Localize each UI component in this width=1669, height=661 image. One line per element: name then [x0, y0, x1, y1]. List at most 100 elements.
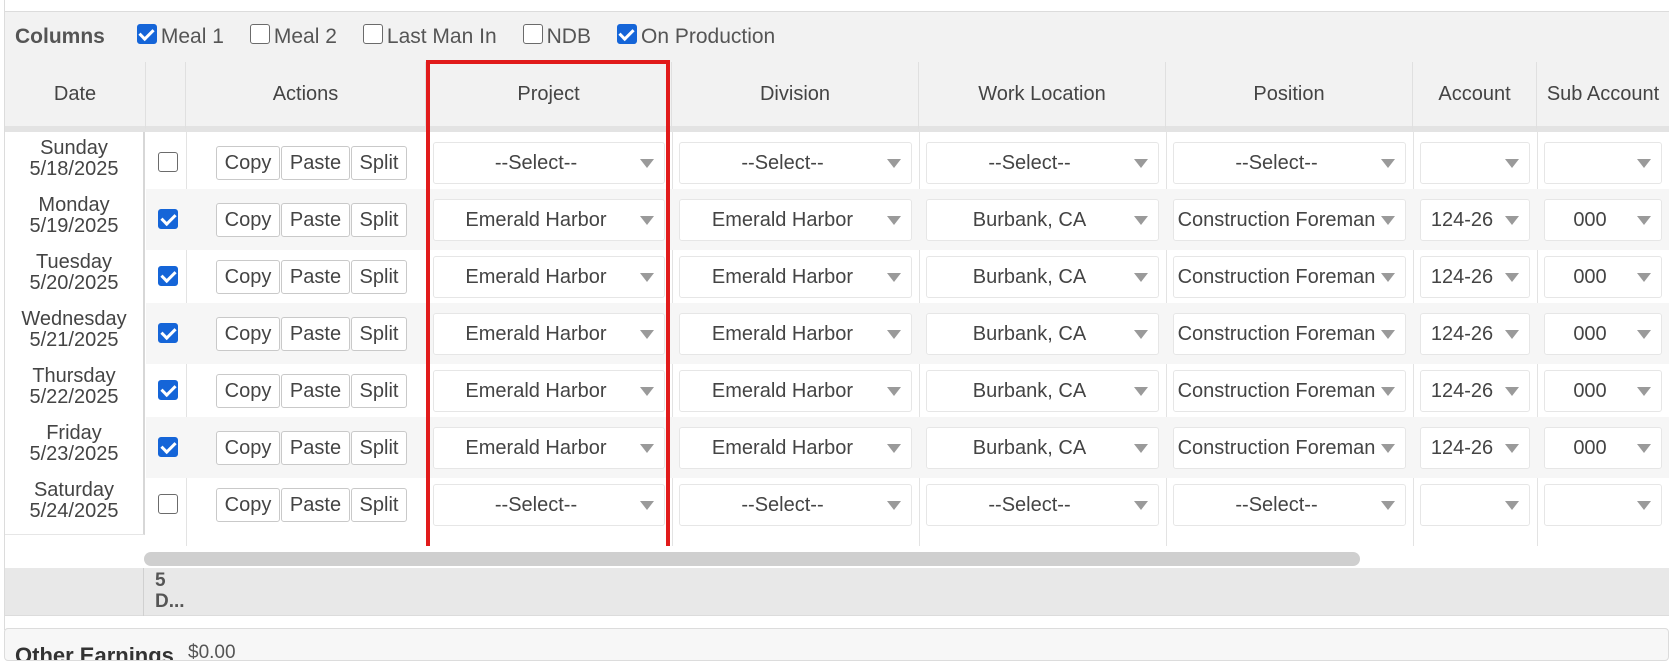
account-select[interactable] [1420, 142, 1530, 184]
split-button[interactable]: Split [351, 317, 407, 351]
columns-title: Columns [15, 25, 105, 48]
work-location-select[interactable]: Burbank, CA [926, 199, 1159, 241]
work-location-select[interactable]: Burbank, CA [926, 256, 1159, 298]
division-select[interactable]: Emerald Harbor [679, 256, 912, 298]
row-checkbox[interactable] [158, 437, 178, 457]
sub-account-value: 000 [1573, 265, 1607, 288]
position-select[interactable]: Construction Foreman [1173, 256, 1406, 298]
checkbox-ndb[interactable] [522, 24, 543, 44]
division-select[interactable]: --Select-- [679, 142, 912, 184]
position-select[interactable]: --Select-- [1173, 484, 1406, 526]
copy-button[interactable]: Copy [216, 374, 280, 408]
split-button[interactable]: Split [351, 260, 407, 294]
position-value: Construction Foreman [1177, 379, 1376, 402]
column-option-last-man-in[interactable]: Last Man In [362, 24, 497, 49]
position-select[interactable]: Construction Foreman [1173, 370, 1406, 412]
column-option-on-production[interactable]: On Production [616, 24, 776, 49]
division-select[interactable]: Emerald Harbor [679, 199, 912, 241]
position-select[interactable]: --Select-- [1173, 142, 1406, 184]
copy-button[interactable]: Copy [216, 488, 280, 522]
paste-button[interactable]: Paste [281, 146, 350, 180]
chevron-down-icon [1134, 386, 1148, 396]
sub-account-select[interactable]: 000 [1544, 427, 1662, 469]
position-value: Construction Foreman [1177, 208, 1376, 231]
header-division[interactable]: Division [672, 62, 919, 132]
header-work-location[interactable]: Work Location [919, 62, 1166, 132]
chevron-down-icon [1134, 443, 1148, 453]
division-select[interactable]: Emerald Harbor [679, 370, 912, 412]
row-checkbox[interactable] [158, 494, 178, 514]
account-select[interactable]: 124-26 [1420, 256, 1530, 298]
division-select[interactable]: Emerald Harbor [679, 427, 912, 469]
chevron-down-icon [1637, 386, 1651, 396]
chevron-down-icon [887, 500, 901, 510]
column-option-label: Last Man In [386, 25, 497, 48]
work-location-select[interactable]: --Select-- [926, 484, 1159, 526]
copy-button[interactable]: Copy [216, 431, 280, 465]
table-row: Thursday 5/22/2025 Copy Paste Split Emer… [5, 360, 1669, 421]
checkbox-on-production[interactable] [616, 24, 637, 44]
copy-button[interactable]: Copy [216, 317, 280, 351]
row-checkbox[interactable] [158, 209, 178, 229]
column-option-meal-2[interactable]: Meal 2 [249, 24, 337, 49]
row-actions: Copy Paste Split [216, 431, 408, 465]
sub-account-select[interactable]: 000 [1544, 256, 1662, 298]
split-button[interactable]: Split [351, 146, 407, 180]
account-select[interactable]: 124-26 [1420, 313, 1530, 355]
copy-button[interactable]: Copy [216, 146, 280, 180]
division-select[interactable]: Emerald Harbor [679, 313, 912, 355]
position-select[interactable]: Construction Foreman [1173, 199, 1406, 241]
paste-button[interactable]: Paste [281, 488, 350, 522]
row-checkbox[interactable] [158, 266, 178, 286]
account-select[interactable]: 124-26 [1420, 427, 1530, 469]
work-location-select[interactable]: Burbank, CA [926, 370, 1159, 412]
paste-button[interactable]: Paste [281, 431, 350, 465]
paste-button[interactable]: Paste [281, 317, 350, 351]
row-checkbox[interactable] [158, 380, 178, 400]
work-location-select[interactable]: Burbank, CA [926, 313, 1159, 355]
split-button[interactable]: Split [351, 431, 407, 465]
position-select[interactable]: Construction Foreman [1173, 313, 1406, 355]
checkbox-meal-1[interactable] [136, 24, 157, 44]
header-date[interactable]: Date [5, 62, 146, 132]
row-checkbox[interactable] [158, 152, 178, 172]
position-value: Construction Foreman [1177, 322, 1376, 345]
column-option-ndb[interactable]: NDB [522, 24, 591, 49]
chevron-down-icon [1505, 158, 1519, 168]
sub-account-select[interactable]: 000 [1544, 199, 1662, 241]
account-select[interactable]: 124-26 [1420, 199, 1530, 241]
work-location-select[interactable]: Burbank, CA [926, 427, 1159, 469]
chevron-down-icon [1381, 443, 1395, 453]
sub-account-select[interactable]: 000 [1544, 313, 1662, 355]
column-option-meal-1[interactable]: Meal 1 [136, 24, 224, 49]
paste-button[interactable]: Paste [281, 203, 350, 237]
sub-account-select[interactable] [1544, 142, 1662, 184]
header-actions[interactable]: Actions [186, 62, 426, 132]
work-location-value: Burbank, CA [972, 208, 1087, 231]
paste-button[interactable]: Paste [281, 374, 350, 408]
division-value: Emerald Harbor [711, 208, 854, 231]
copy-button[interactable]: Copy [216, 203, 280, 237]
copy-button[interactable]: Copy [216, 260, 280, 294]
header-position[interactable]: Position [1166, 62, 1413, 132]
checkbox-last-man-in[interactable] [362, 24, 383, 44]
work-location-select[interactable]: --Select-- [926, 142, 1159, 184]
row-checkbox[interactable] [158, 323, 178, 343]
division-select[interactable]: --Select-- [679, 484, 912, 526]
account-select[interactable]: 124-26 [1420, 370, 1530, 412]
split-button[interactable]: Split [351, 488, 407, 522]
header-sub-account[interactable]: Sub Account [1537, 62, 1669, 132]
header-account[interactable]: Account [1413, 62, 1537, 132]
sub-account-select[interactable] [1544, 484, 1662, 526]
sub-account-select[interactable]: 000 [1544, 370, 1662, 412]
paste-button[interactable]: Paste [281, 260, 350, 294]
division-value: Emerald Harbor [711, 322, 854, 345]
account-select[interactable] [1420, 484, 1530, 526]
position-select[interactable]: Construction Foreman [1173, 427, 1406, 469]
top-panel-edge [4, 0, 1669, 12]
split-button[interactable]: Split [351, 203, 407, 237]
column-option-label: On Production [640, 25, 776, 48]
horizontal-scrollbar-thumb[interactable] [144, 552, 1360, 566]
checkbox-meal-2[interactable] [249, 24, 270, 44]
split-button[interactable]: Split [351, 374, 407, 408]
